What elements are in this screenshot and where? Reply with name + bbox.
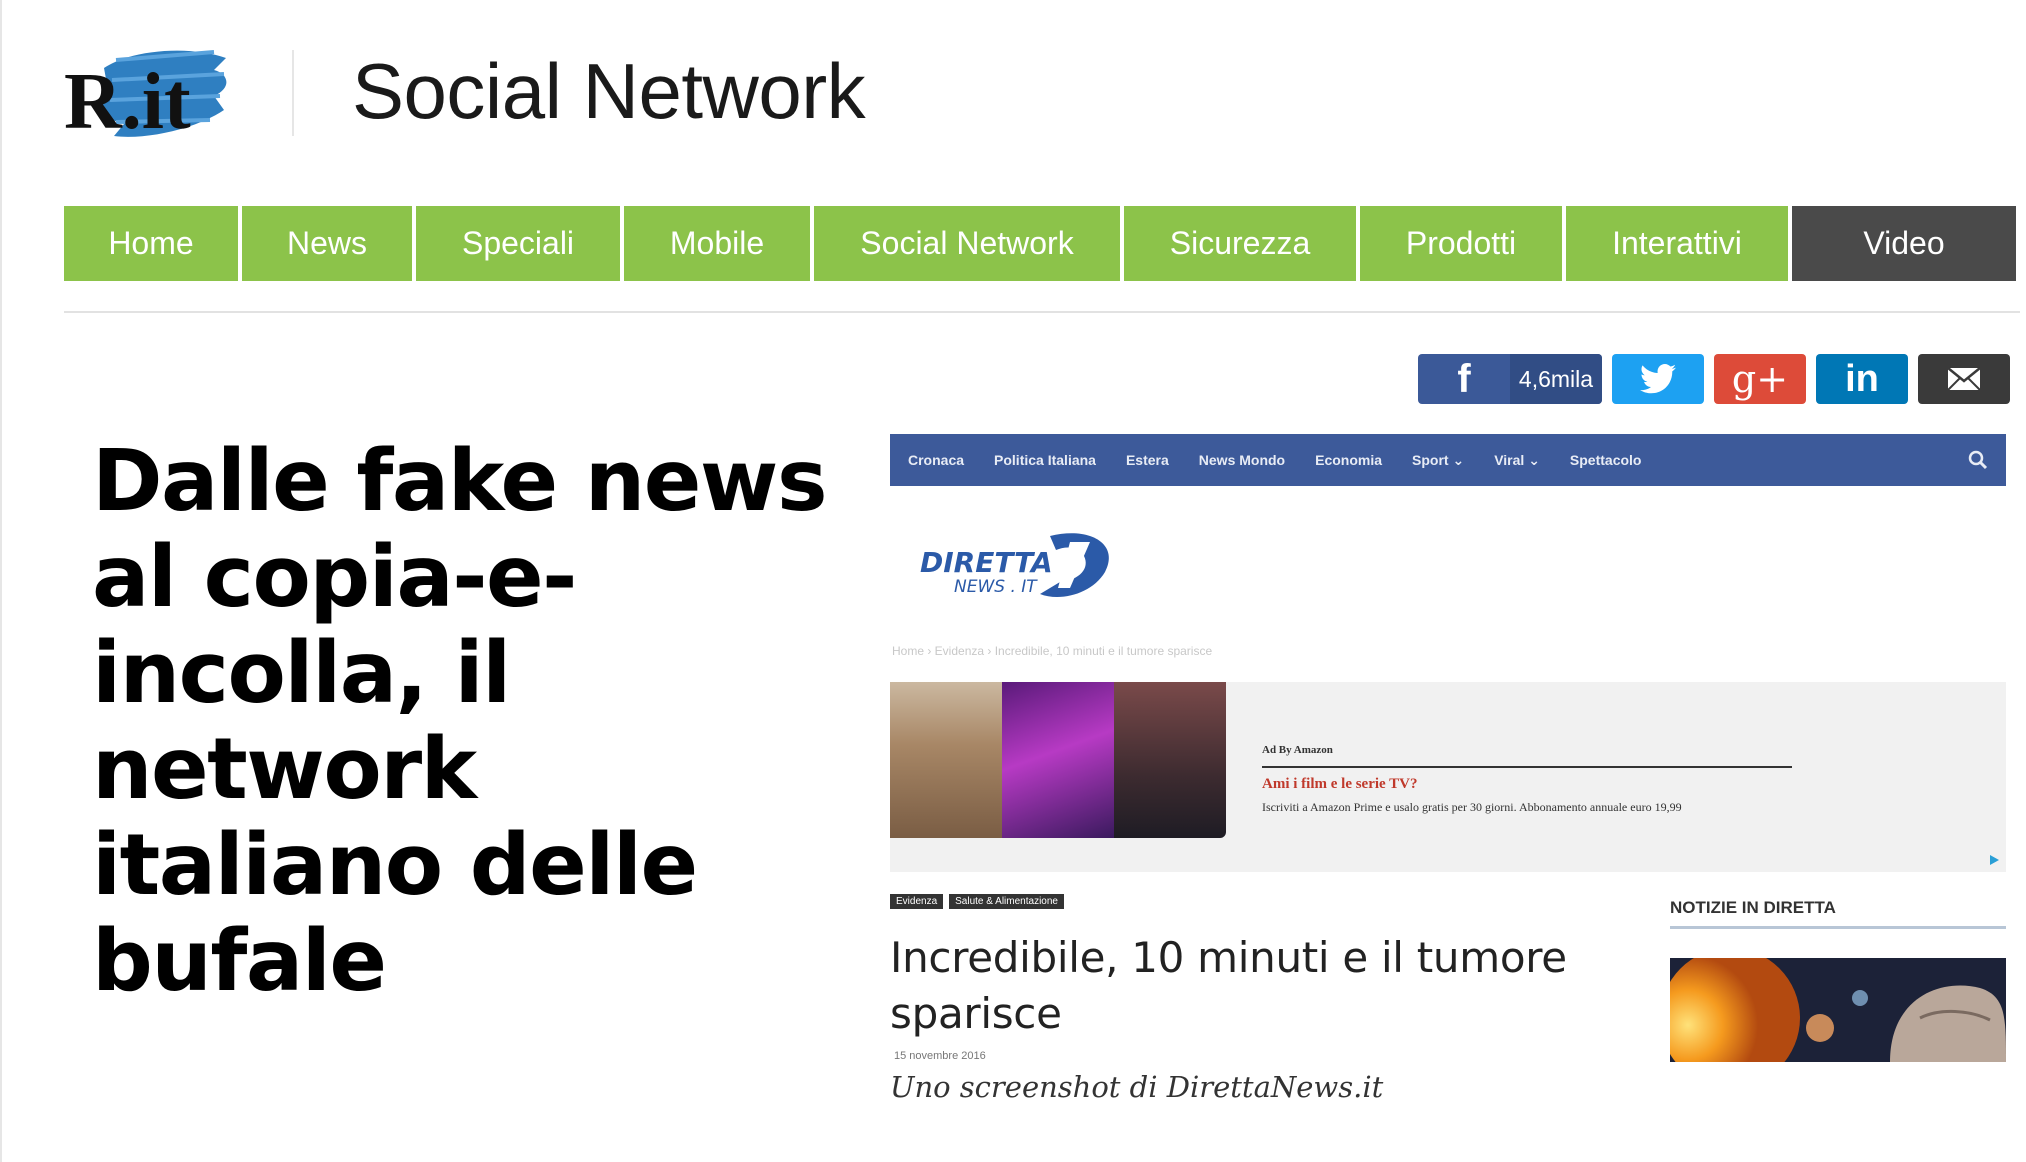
header-divider [292,50,294,136]
article-image-screenshot: Cronaca Politica Italiana Estera News Mo… [890,434,2006,1064]
email-icon [1947,367,1981,391]
screenshot-nav-item: Politica Italiana [994,452,1096,468]
facebook-icon: f [1457,356,1471,401]
ad-title: Ami i film e le serie TV? [1262,776,1418,792]
screenshot-nav-item: Viral ⌄ [1494,451,1540,468]
nav-mobile[interactable]: Mobile [624,206,810,281]
nav-speciali[interactable]: Speciali [416,206,620,281]
ad-description: Iscriviti a Amazon Prime e usalo gratis … [1262,800,1682,814]
tag-badge: Evidenza [890,894,944,909]
article-headline: Dalle fake news al copia-e-incolla, il n… [92,432,828,1011]
direttanews-logo: DIRETTA NEWS . IT [920,524,1120,604]
repubblica-logo[interactable]: R.it [64,40,234,150]
facebook-share-count: 4,6mila [1510,354,1602,404]
search-icon [1968,450,1988,470]
googleplus-share-button[interactable]: g+ [1714,354,1806,404]
nav-sicurezza[interactable]: Sicurezza [1124,206,1356,281]
screenshot-article-title: Incredibile, 10 minuti e il tumore spari… [890,933,1567,1038]
sidebar-heading: NOTIZIE IN DIRETTA [1670,898,1836,917]
screenshot-tags: Evidenza Salute & Alimentazione [890,894,1064,909]
image-caption: Uno screenshot di DirettaNews.it [890,1070,1384,1104]
nav-interattivi[interactable]: Interattivi [1566,206,1788,281]
nav-news[interactable]: News [242,206,412,281]
logo-text: R.it [64,58,191,146]
ad-by-label: Ad By Amazon [1262,744,1333,756]
ad-poster-3 [1114,682,1226,838]
screenshot-nav: Cronaca Politica Italiana Estera News Mo… [890,434,2006,486]
section-title: Social Network [352,47,866,135]
page-left-border [0,0,2,1162]
nav-video[interactable]: Video [1792,206,2016,281]
nav-social-network[interactable]: Social Network [814,206,1120,281]
ad-poster-2 [1002,682,1114,838]
sidebar-news-image [1670,958,2006,1062]
tag-badge: Salute & Alimentazione [949,894,1064,909]
main-nav: Home News Speciali Mobile Social Network… [64,206,2016,281]
facebook-share-button[interactable]: f 4,6mila [1418,354,1602,404]
linkedin-share-button[interactable]: in [1816,354,1908,404]
adchoices-icon [1990,855,1999,865]
screenshot-breadcrumb: Home › Evidenza › Incredibile, 10 minuti… [892,644,1213,658]
screenshot-nav-item: Sport ⌄ [1412,451,1465,468]
screenshot-nav-item: Cronaca [908,452,965,468]
header-rule [64,311,2020,313]
twitter-share-button[interactable] [1612,354,1704,404]
ad-divider [1262,766,1792,768]
direttanews-logo-sub: NEWS . IT [954,577,1038,597]
nav-home[interactable]: Home [64,206,238,281]
screenshot-nav-item: Spettacolo [1569,452,1642,468]
linkedin-icon: in [1845,357,1879,400]
ad-poster-images [890,682,1226,838]
ad-poster-1 [890,682,1002,838]
googleplus-icon: g+ [1731,357,1789,401]
screenshot-nav-item: Economia [1315,452,1383,468]
screenshot-nav-item: News Mondo [1198,452,1286,468]
direttanews-logo-main: DIRETTA [920,546,1053,579]
screenshot-nav-item: Estera [1125,452,1169,468]
twitter-icon [1640,364,1676,394]
sidebar-heading-rule [1670,926,2006,929]
email-share-button[interactable] [1918,354,2010,404]
nav-prodotti[interactable]: Prodotti [1360,206,1562,281]
screenshot-article-date: 15 novembre 2016 [894,1050,986,1062]
